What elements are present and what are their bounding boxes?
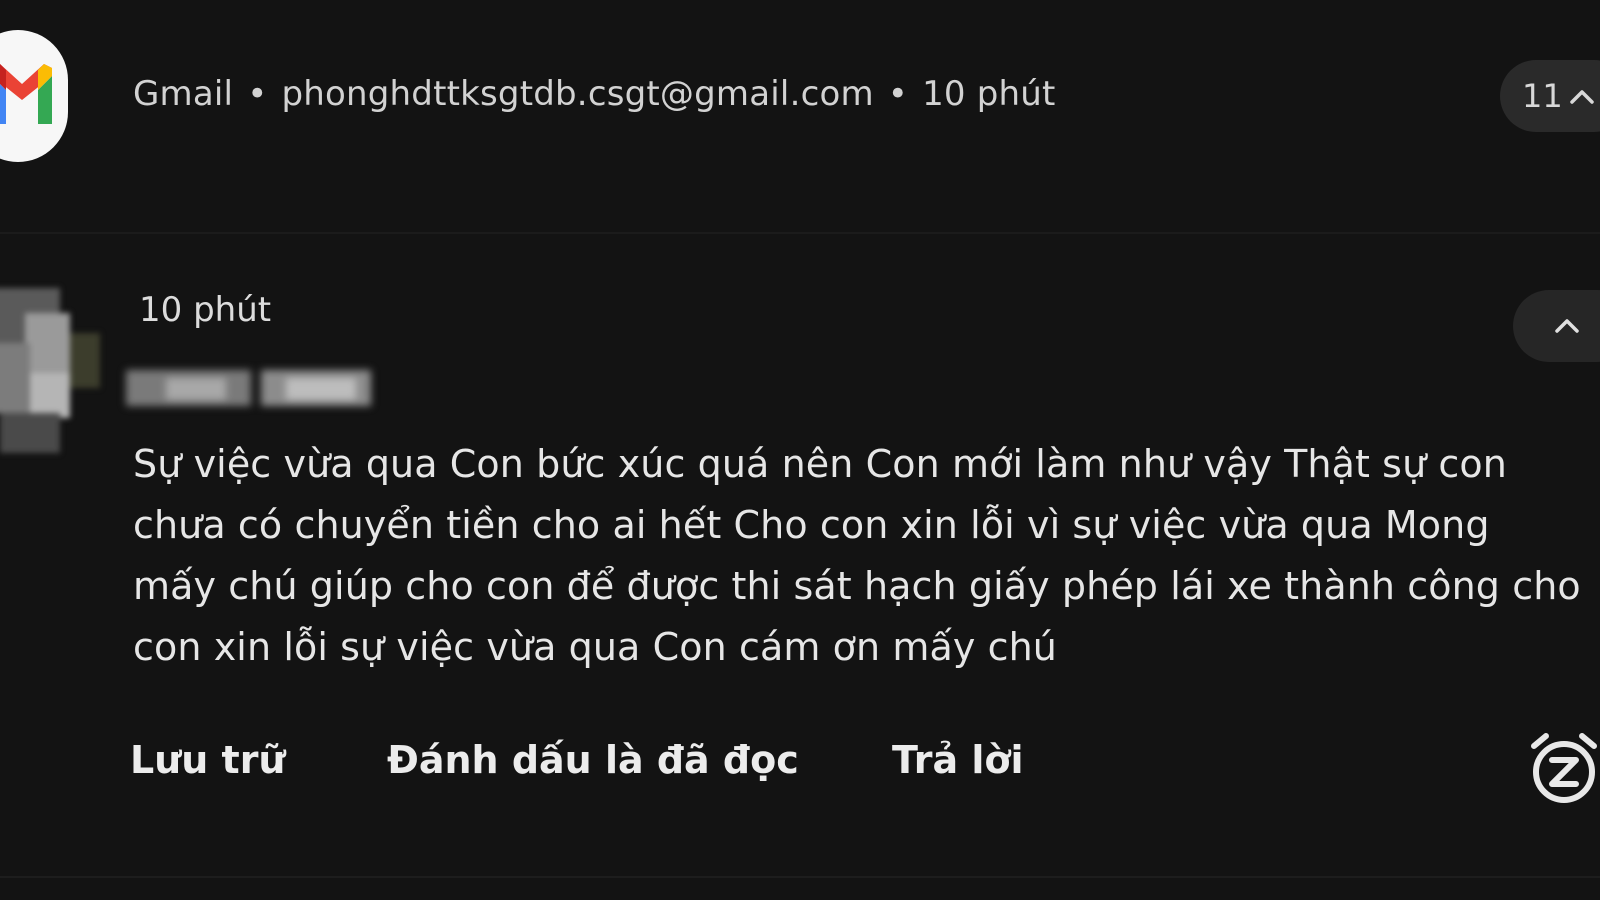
app-name: Gmail (133, 74, 234, 114)
notification-header: Gmail • phonghdttksgtdb.csgt@gmail.com • 10 … (133, 74, 1056, 114)
separator-dot: • (887, 74, 909, 114)
collapse-message-button[interactable] (1513, 290, 1600, 362)
notification-count: 11 (1522, 77, 1563, 115)
sender-name-redacted (126, 360, 376, 418)
sender-avatar (0, 288, 102, 458)
message-time: 10 phút (139, 290, 272, 330)
reply-button[interactable]: Trả lời (892, 738, 1024, 782)
mark-as-read-button[interactable]: Đánh dấu là đã đọc (387, 738, 799, 782)
snooze-button[interactable] (1524, 728, 1600, 808)
message-body: Sự việc vừa qua Con bức xúc quá nên Con … (133, 442, 1581, 669)
gmail-logo-icon (0, 30, 68, 162)
archive-button[interactable]: Lưu trữ (130, 738, 286, 782)
divider (0, 876, 1600, 878)
header-time: 10 phút (922, 74, 1056, 114)
sender-email: phonghdttksgtdb.csgt@gmail.com (281, 74, 874, 114)
notification-count-toggle[interactable]: 11 (1500, 60, 1600, 132)
snooze-alarm-icon (1531, 733, 1597, 803)
chevron-up-icon (1569, 90, 1594, 104)
chevron-up-icon (1555, 319, 1579, 333)
gmail-notification[interactable]: Gmail • phonghdttksgtdb.csgt@gmail.com • 10 … (0, 0, 1600, 900)
notification-actions: Lưu trữ Đánh dấu là đã đọc Trả lời (0, 738, 1600, 798)
separator-dot: • (247, 74, 268, 114)
divider (0, 232, 1600, 234)
